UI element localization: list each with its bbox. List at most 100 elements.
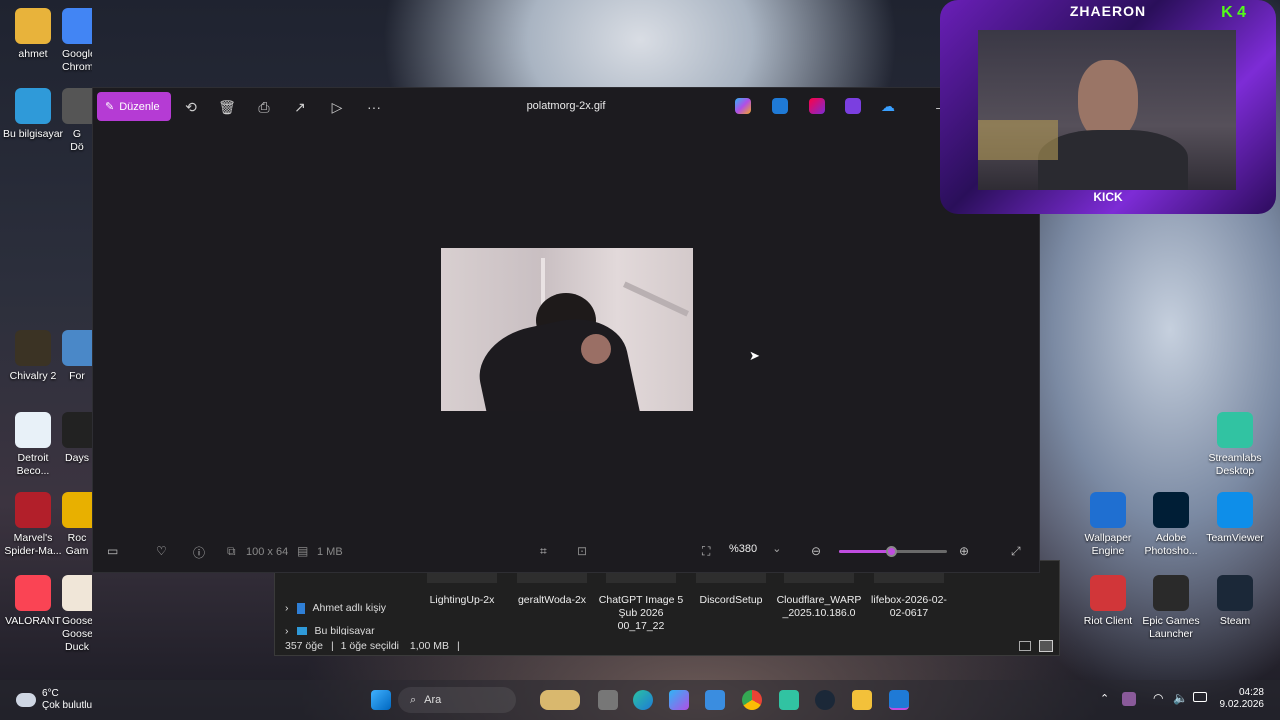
designer-icon[interactable] xyxy=(809,98,825,114)
zoom-out-icon[interactable]: ⊖ xyxy=(811,544,821,558)
desktop-shortcut[interactable]: Steam xyxy=(1202,575,1268,628)
zoom-slider[interactable] xyxy=(839,546,947,557)
partial-icon xyxy=(62,412,92,448)
shortcut-label: Streamlabs Desktop xyxy=(1208,452,1262,477)
viewer-bottom-bar: ▭ ♡ ⓘ ⧉ 100 x 64 ▤ 1 MB ⌗ ⊡ ⛶ %380 ⌄ ⊖ ⊕… xyxy=(93,530,1039,572)
photos-taskbar-icon[interactable] xyxy=(889,690,909,710)
shortcut-label: Riot Client xyxy=(1083,615,1133,627)
file-explorer-taskbar-icon[interactable] xyxy=(852,690,872,710)
shortcut-label: TeamViewer xyxy=(1206,532,1264,544)
taskbar-search[interactable]: ⌕ Ara xyxy=(398,687,516,713)
onedrive-off-icon[interactable]: ☁ xyxy=(881,98,897,114)
volume-icon[interactable]: 🔈 xyxy=(1173,691,1188,705)
desktop-shortcut[interactable]: Wallpaper Engine xyxy=(1075,492,1141,558)
zoom-slider-fill xyxy=(839,550,891,553)
desktop-shortcut[interactable]: Chivalry 2 xyxy=(0,330,66,383)
shortcut-label: ahmet xyxy=(18,48,48,60)
chivalry-icon xyxy=(15,330,51,366)
desktop-shortcut[interactable]: Detroit Beco... xyxy=(0,412,66,478)
shortcut-label: Google Chrome xyxy=(62,48,92,73)
epic-icon xyxy=(1153,575,1189,611)
shortcut-label: Chivalry 2 xyxy=(9,370,57,382)
filmstrip-icon[interactable]: ▭ xyxy=(107,544,118,558)
file-name[interactable]: Cloudflare_WARP _2025.10.186.0 xyxy=(769,594,869,620)
desktop-shortcut[interactable]: Bu bilgisayar xyxy=(0,88,66,141)
valorant-icon xyxy=(15,575,51,611)
file-name[interactable]: LightingUp-2x xyxy=(412,594,512,607)
zoom-level-select[interactable]: %380 ⌄ xyxy=(729,542,789,560)
file-name[interactable]: lifebox-2026-02- 02-0617 xyxy=(859,594,959,620)
onedrive-folder-icon xyxy=(296,602,305,614)
file-title: polatmorg-2x.gif xyxy=(526,100,606,112)
edge-icon[interactable] xyxy=(633,690,653,710)
favorite-heart-icon[interactable]: ♡ xyxy=(156,544,167,558)
desktop-shortcut[interactable]: G Dö xyxy=(62,88,92,154)
fit-to-window-icon[interactable]: ⛶ xyxy=(702,544,710,559)
desktop-shortcut[interactable]: Marvel's Spider-Ma... xyxy=(0,492,66,558)
tiles-view-icon[interactable] xyxy=(1039,640,1053,652)
kick-badge-number: 4 xyxy=(1237,4,1246,21)
shortcut-label: Roc Gam xyxy=(65,532,89,557)
chrome-taskbar-icon[interactable] xyxy=(742,690,762,710)
steam-taskbar-icon[interactable] xyxy=(815,690,835,710)
desktop-shortcut[interactable]: Goose Goose Duck xyxy=(62,575,92,654)
weather-widget[interactable]: 6°C Çok bulutlu xyxy=(16,688,92,712)
nav-item-this-pc[interactable]: Bu bilgisayar xyxy=(315,625,375,635)
tray-app-icon[interactable] xyxy=(1122,692,1136,706)
desktop-shortcut[interactable]: Epic Games Launcher xyxy=(1138,575,1204,641)
photos-viewer-window[interactable]: ✎ Düzenle ⟲ 🗑 ⎙ ↗ ▷ ··· polatmorg-2x.gif… xyxy=(92,87,1040,573)
shortcut-label: G Dö xyxy=(70,128,84,153)
desktop-shortcut[interactable]: TeamViewer xyxy=(1202,492,1268,545)
wifi-icon[interactable]: ◠ xyxy=(1153,691,1163,705)
clipchamp-icon[interactable] xyxy=(845,98,861,114)
desktop-shortcut[interactable]: Days xyxy=(62,412,92,465)
zoom-slider-knob[interactable] xyxy=(885,546,897,557)
photoshop-icon xyxy=(1153,492,1189,528)
shortcut-label: Epic Games Launcher xyxy=(1142,615,1200,640)
task-view-icon[interactable] xyxy=(598,690,618,710)
partial-icon xyxy=(62,88,92,124)
shortcut-label: Marvel's Spider-Ma... xyxy=(4,532,62,557)
chevron-down-icon: ⌄ xyxy=(772,543,782,555)
desktop-shortcut[interactable]: Google Chrome xyxy=(62,8,92,74)
file-name[interactable]: DiscordSetup xyxy=(681,594,781,607)
visual-search-icon[interactable]: ⊡ xyxy=(577,544,587,558)
desktop-shortcut[interactable]: VALORANT xyxy=(0,575,66,628)
file-explorer-window[interactable]: LightingUp-2x geraltWoda-2x ChatGPT Image … xyxy=(274,560,1060,656)
selected-count: 1 öğe seçildi xyxy=(340,640,399,652)
copilot-icon[interactable] xyxy=(735,98,751,114)
partial-icon xyxy=(62,492,92,528)
photos-app-icon[interactable] xyxy=(772,98,788,114)
wallpaper-engine-icon xyxy=(1090,492,1126,528)
desktop-shortcut[interactable]: For xyxy=(62,330,92,383)
desktop-shortcut[interactable]: Streamlabs Desktop xyxy=(1202,412,1268,478)
copilot-taskbar-icon[interactable] xyxy=(669,690,689,710)
file-name[interactable]: geraltWoda-2x xyxy=(502,594,602,607)
ocr-scan-icon[interactable]: ⌗ xyxy=(540,544,547,559)
nav-item-onedrive[interactable]: Ahmet adlı kişiy xyxy=(313,602,387,614)
desktop-shortcut[interactable]: Adobe Photosho... xyxy=(1138,492,1204,558)
clock[interactable]: 04:28 9.02.2026 xyxy=(1210,687,1265,711)
folder-icon xyxy=(15,8,51,44)
streamlabs-taskbar-icon[interactable] xyxy=(779,690,799,710)
info-icon[interactable]: ⓘ xyxy=(193,544,205,561)
file-name[interactable]: ChatGPT Image 5 Şub 2026 00_17_22 xyxy=(591,594,691,633)
desktop-shortcut[interactable]: Roc Gam xyxy=(62,492,92,558)
weather-desc: Çok bulutlu xyxy=(42,700,93,711)
spiderman-icon xyxy=(15,492,51,528)
details-view-icon[interactable] xyxy=(1019,641,1031,651)
chevron-right-icon[interactable]: › xyxy=(285,625,289,635)
chevron-right-icon[interactable]: › xyxy=(285,602,289,614)
tray-chevron-up-icon[interactable]: ⌃ xyxy=(1100,692,1109,705)
start-windows-icon[interactable] xyxy=(371,690,391,710)
store-icon[interactable] xyxy=(705,690,725,710)
monitor-icon xyxy=(15,88,51,124)
desktop-shortcut[interactable]: Riot Client xyxy=(1075,575,1141,628)
zoom-in-icon[interactable]: ⊕ xyxy=(959,544,969,558)
widget-pill-icon[interactable] xyxy=(540,690,580,710)
teamviewer-icon xyxy=(1217,492,1253,528)
desktop-shortcut[interactable]: ahmet xyxy=(0,8,66,61)
taskbar: 6°C Çok bulutlu ⌕ Ara ⌃ ◠ 🔈 04:28 9.02.2… xyxy=(0,680,1280,720)
fullscreen-icon[interactable]: ⤢ xyxy=(1011,544,1021,559)
battery-icon[interactable] xyxy=(1193,692,1207,702)
